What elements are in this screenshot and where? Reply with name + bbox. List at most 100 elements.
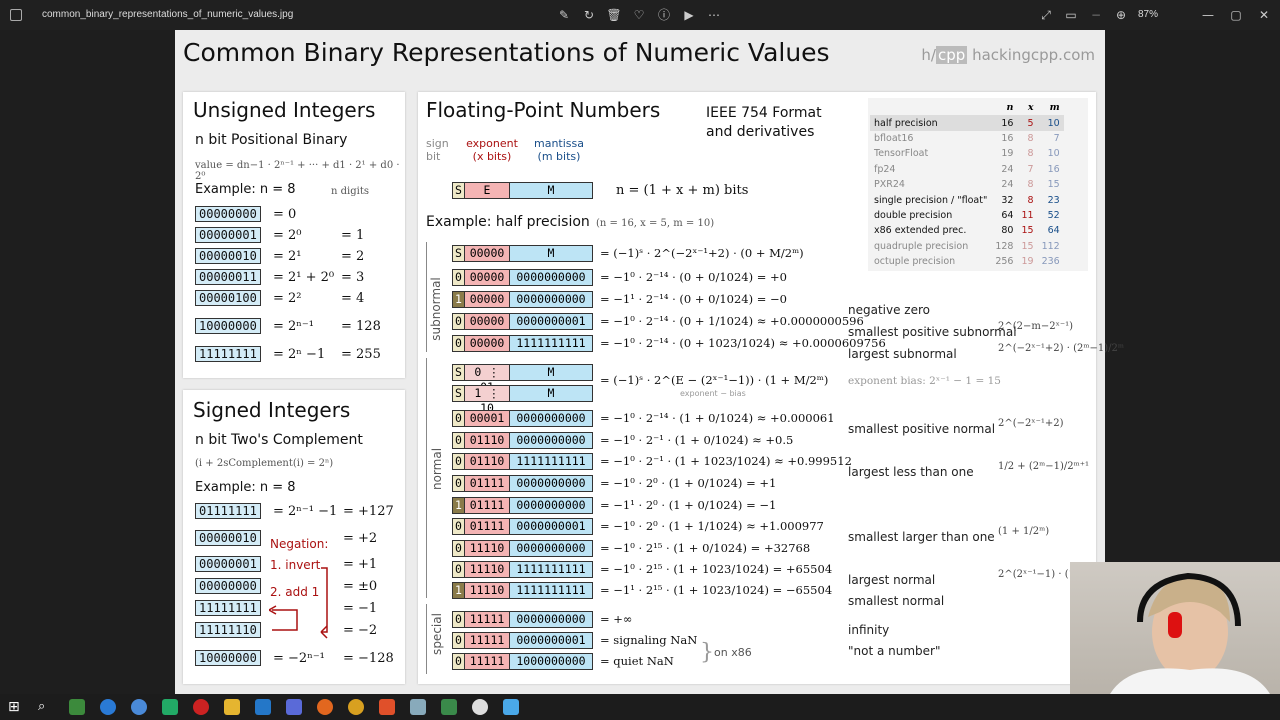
table-header: x bbox=[1027, 102, 1034, 114]
close-icon[interactable]: ✕ bbox=[1256, 7, 1272, 23]
float-formula: = −1⁰ · 2⁰ · (1 + 0/1024) = +1 bbox=[600, 476, 777, 490]
app-icon-8[interactable] bbox=[472, 699, 488, 715]
float-man-cell: 0000000000 bbox=[509, 291, 593, 308]
unsigned-val: = 255 bbox=[341, 347, 381, 362]
format-row: quadruple precision 128 15 112 bbox=[870, 239, 1064, 254]
app-icon-4[interactable] bbox=[193, 699, 209, 715]
unsigned-row: 00000000 = 0 bbox=[195, 206, 296, 224]
rotate-icon[interactable]: ↻ bbox=[581, 7, 597, 23]
format-cell: half precision bbox=[874, 117, 938, 129]
app-icon-3[interactable] bbox=[162, 699, 178, 715]
float-exp-cell: 11110 bbox=[464, 540, 510, 557]
format-table: n x m half precision 16 5 10 bfloat16 16 8 7 Tensor… bbox=[868, 98, 1088, 272]
format-cell: 5 bbox=[1027, 117, 1034, 129]
signed-val: = +1 bbox=[343, 557, 378, 572]
float-exp-cell: 01111 bbox=[464, 475, 510, 492]
float-formula: = −1⁰ · 2⁰ · (1 + 1/1024) ≈ +1.000977 bbox=[600, 519, 824, 533]
subnormal-bracket bbox=[426, 242, 427, 352]
zoom-out-icon[interactable]: − bbox=[1088, 7, 1104, 23]
more-icon[interactable]: ⋯ bbox=[706, 7, 722, 23]
format-row: TensorFloat 19 8 10 bbox=[870, 146, 1064, 161]
window-title: common_binary_representations_of_numeric… bbox=[42, 9, 294, 20]
slideshow-icon[interactable]: ▶ bbox=[681, 7, 697, 23]
format-cell: 112 bbox=[1041, 240, 1060, 252]
app-icon-5[interactable] bbox=[286, 699, 302, 715]
float-description: largest subnormal bbox=[848, 347, 957, 361]
exponent-box: E bbox=[464, 182, 510, 199]
signed-val: = −128 bbox=[343, 651, 394, 666]
app-icon-7[interactable] bbox=[441, 699, 457, 715]
maximize-icon[interactable]: ▢ bbox=[1228, 7, 1244, 23]
vscode-icon[interactable] bbox=[255, 699, 271, 715]
app-icon-1[interactable] bbox=[69, 699, 85, 715]
float-exp-cell: 11111 bbox=[464, 632, 510, 649]
format-cell: 19 bbox=[1021, 256, 1034, 268]
fit-icon[interactable]: ▭ bbox=[1063, 7, 1079, 23]
folder-icon[interactable] bbox=[224, 699, 240, 715]
minimize-icon[interactable]: — bbox=[1200, 7, 1216, 23]
float-desc-formula: 2^(2−m−2ˣ⁻¹) bbox=[998, 321, 1074, 332]
float-man-cell: 0000000000 bbox=[509, 475, 593, 492]
float-man-cell: 0000000001 bbox=[509, 313, 593, 330]
label-normal: normal bbox=[430, 447, 445, 491]
format-cell: fp24 bbox=[874, 163, 896, 175]
float-exp-cell: 01111 bbox=[464, 518, 510, 535]
signed-val: = −2 bbox=[343, 623, 378, 638]
float-exp-cell: 11111 bbox=[464, 611, 510, 628]
negation-label: Negation: bbox=[270, 537, 329, 551]
format-cell: bfloat16 bbox=[874, 132, 914, 144]
float-formula: = −1⁰ · 2⁻¹⁴ · (0 + 1023/1024) ≈ +0.0000… bbox=[600, 336, 886, 350]
photos-icon[interactable] bbox=[503, 699, 519, 715]
app-icon-6[interactable] bbox=[410, 699, 426, 715]
signed-bin: 00000000 bbox=[195, 578, 261, 594]
float-man-cell: 0000000000 bbox=[509, 540, 593, 557]
brave-icon[interactable] bbox=[379, 699, 395, 715]
format-cell: 11 bbox=[1021, 209, 1034, 221]
float-formula: = −1⁰ · 2⁻¹⁴ · (1 + 0/1024) ≈ +0.000061 bbox=[600, 411, 835, 425]
signed-val: = ±0 bbox=[343, 579, 378, 594]
delete-icon[interactable]: 🗑 bbox=[606, 7, 622, 23]
favorite-icon[interactable]: ♡ bbox=[631, 7, 647, 23]
unsigned-bin: 00000001 bbox=[195, 227, 261, 243]
signed-note: (i + 2sComplement(i) = 2ⁿ) bbox=[195, 458, 334, 469]
fullscreen-icon[interactable]: ⤢ bbox=[1038, 7, 1054, 23]
zoom-level: 87% bbox=[1138, 9, 1159, 20]
half-params: (n = 16, x = 5, m = 10) bbox=[596, 218, 715, 229]
float-exp-cell: 00000 bbox=[464, 335, 510, 352]
chrome-icon[interactable] bbox=[131, 699, 147, 715]
info-icon[interactable]: ⓘ bbox=[656, 7, 672, 23]
ieee-label: IEEE 754 Format and derivatives bbox=[706, 105, 822, 140]
brand-logo: h/cpp hackingcpp.com bbox=[921, 46, 1095, 64]
search-icon[interactable]: ⌕ bbox=[38, 699, 54, 715]
format-cell: 52 bbox=[1047, 209, 1060, 221]
format-cell: 80 bbox=[1001, 225, 1014, 237]
unsigned-panel: Unsigned Integers n bit Positional Binar… bbox=[183, 92, 405, 378]
float-desc-formula: 2^(−2ˣ⁻¹+2) bbox=[998, 418, 1064, 429]
float-formula: = −1¹ · 2¹⁵ · (1 + 1023/1024) = −65504 bbox=[600, 583, 833, 597]
exponent-label: exponent (x bits) bbox=[466, 137, 518, 163]
table-header: m bbox=[1049, 102, 1060, 114]
signed-expr: = 2ⁿ⁻¹ −1 bbox=[273, 504, 338, 519]
app-icon-2[interactable] bbox=[100, 699, 116, 715]
unsigned-row: 10000000 = 2ⁿ⁻¹ = 128 bbox=[195, 318, 381, 336]
signed-row: 00000010 = +2 bbox=[195, 530, 377, 548]
unsigned-expr: = 0 bbox=[273, 207, 297, 222]
nan-brace: } bbox=[700, 640, 714, 665]
float-description: infinity bbox=[848, 623, 890, 637]
format-row: PXR24 24 8 15 bbox=[870, 177, 1064, 192]
float-description: "not a number" bbox=[848, 644, 941, 658]
format-cell: 16 bbox=[1001, 132, 1014, 144]
negation-arrows bbox=[269, 567, 328, 639]
unsigned-bin: 00000100 bbox=[195, 290, 261, 306]
firefox-icon[interactable] bbox=[317, 699, 333, 715]
float-panel: Floating-Point Numbers IEEE 754 Format a… bbox=[418, 92, 1145, 684]
edit-icon[interactable]: ✎ bbox=[556, 7, 572, 23]
unsigned-expr: = 2⁰ bbox=[273, 228, 302, 243]
zoom-in-icon[interactable]: ⊕ bbox=[1113, 7, 1129, 23]
start-icon[interactable]: ⊞ bbox=[8, 699, 24, 715]
unsigned-expr: = 2¹ + 2⁰ bbox=[273, 270, 335, 285]
float-man-cell: 0000000000 bbox=[509, 497, 593, 514]
chrome-icon-2[interactable] bbox=[348, 699, 364, 715]
format-cell: 8 bbox=[1027, 132, 1034, 144]
signed-row: 11111110 = −2 bbox=[195, 622, 377, 640]
